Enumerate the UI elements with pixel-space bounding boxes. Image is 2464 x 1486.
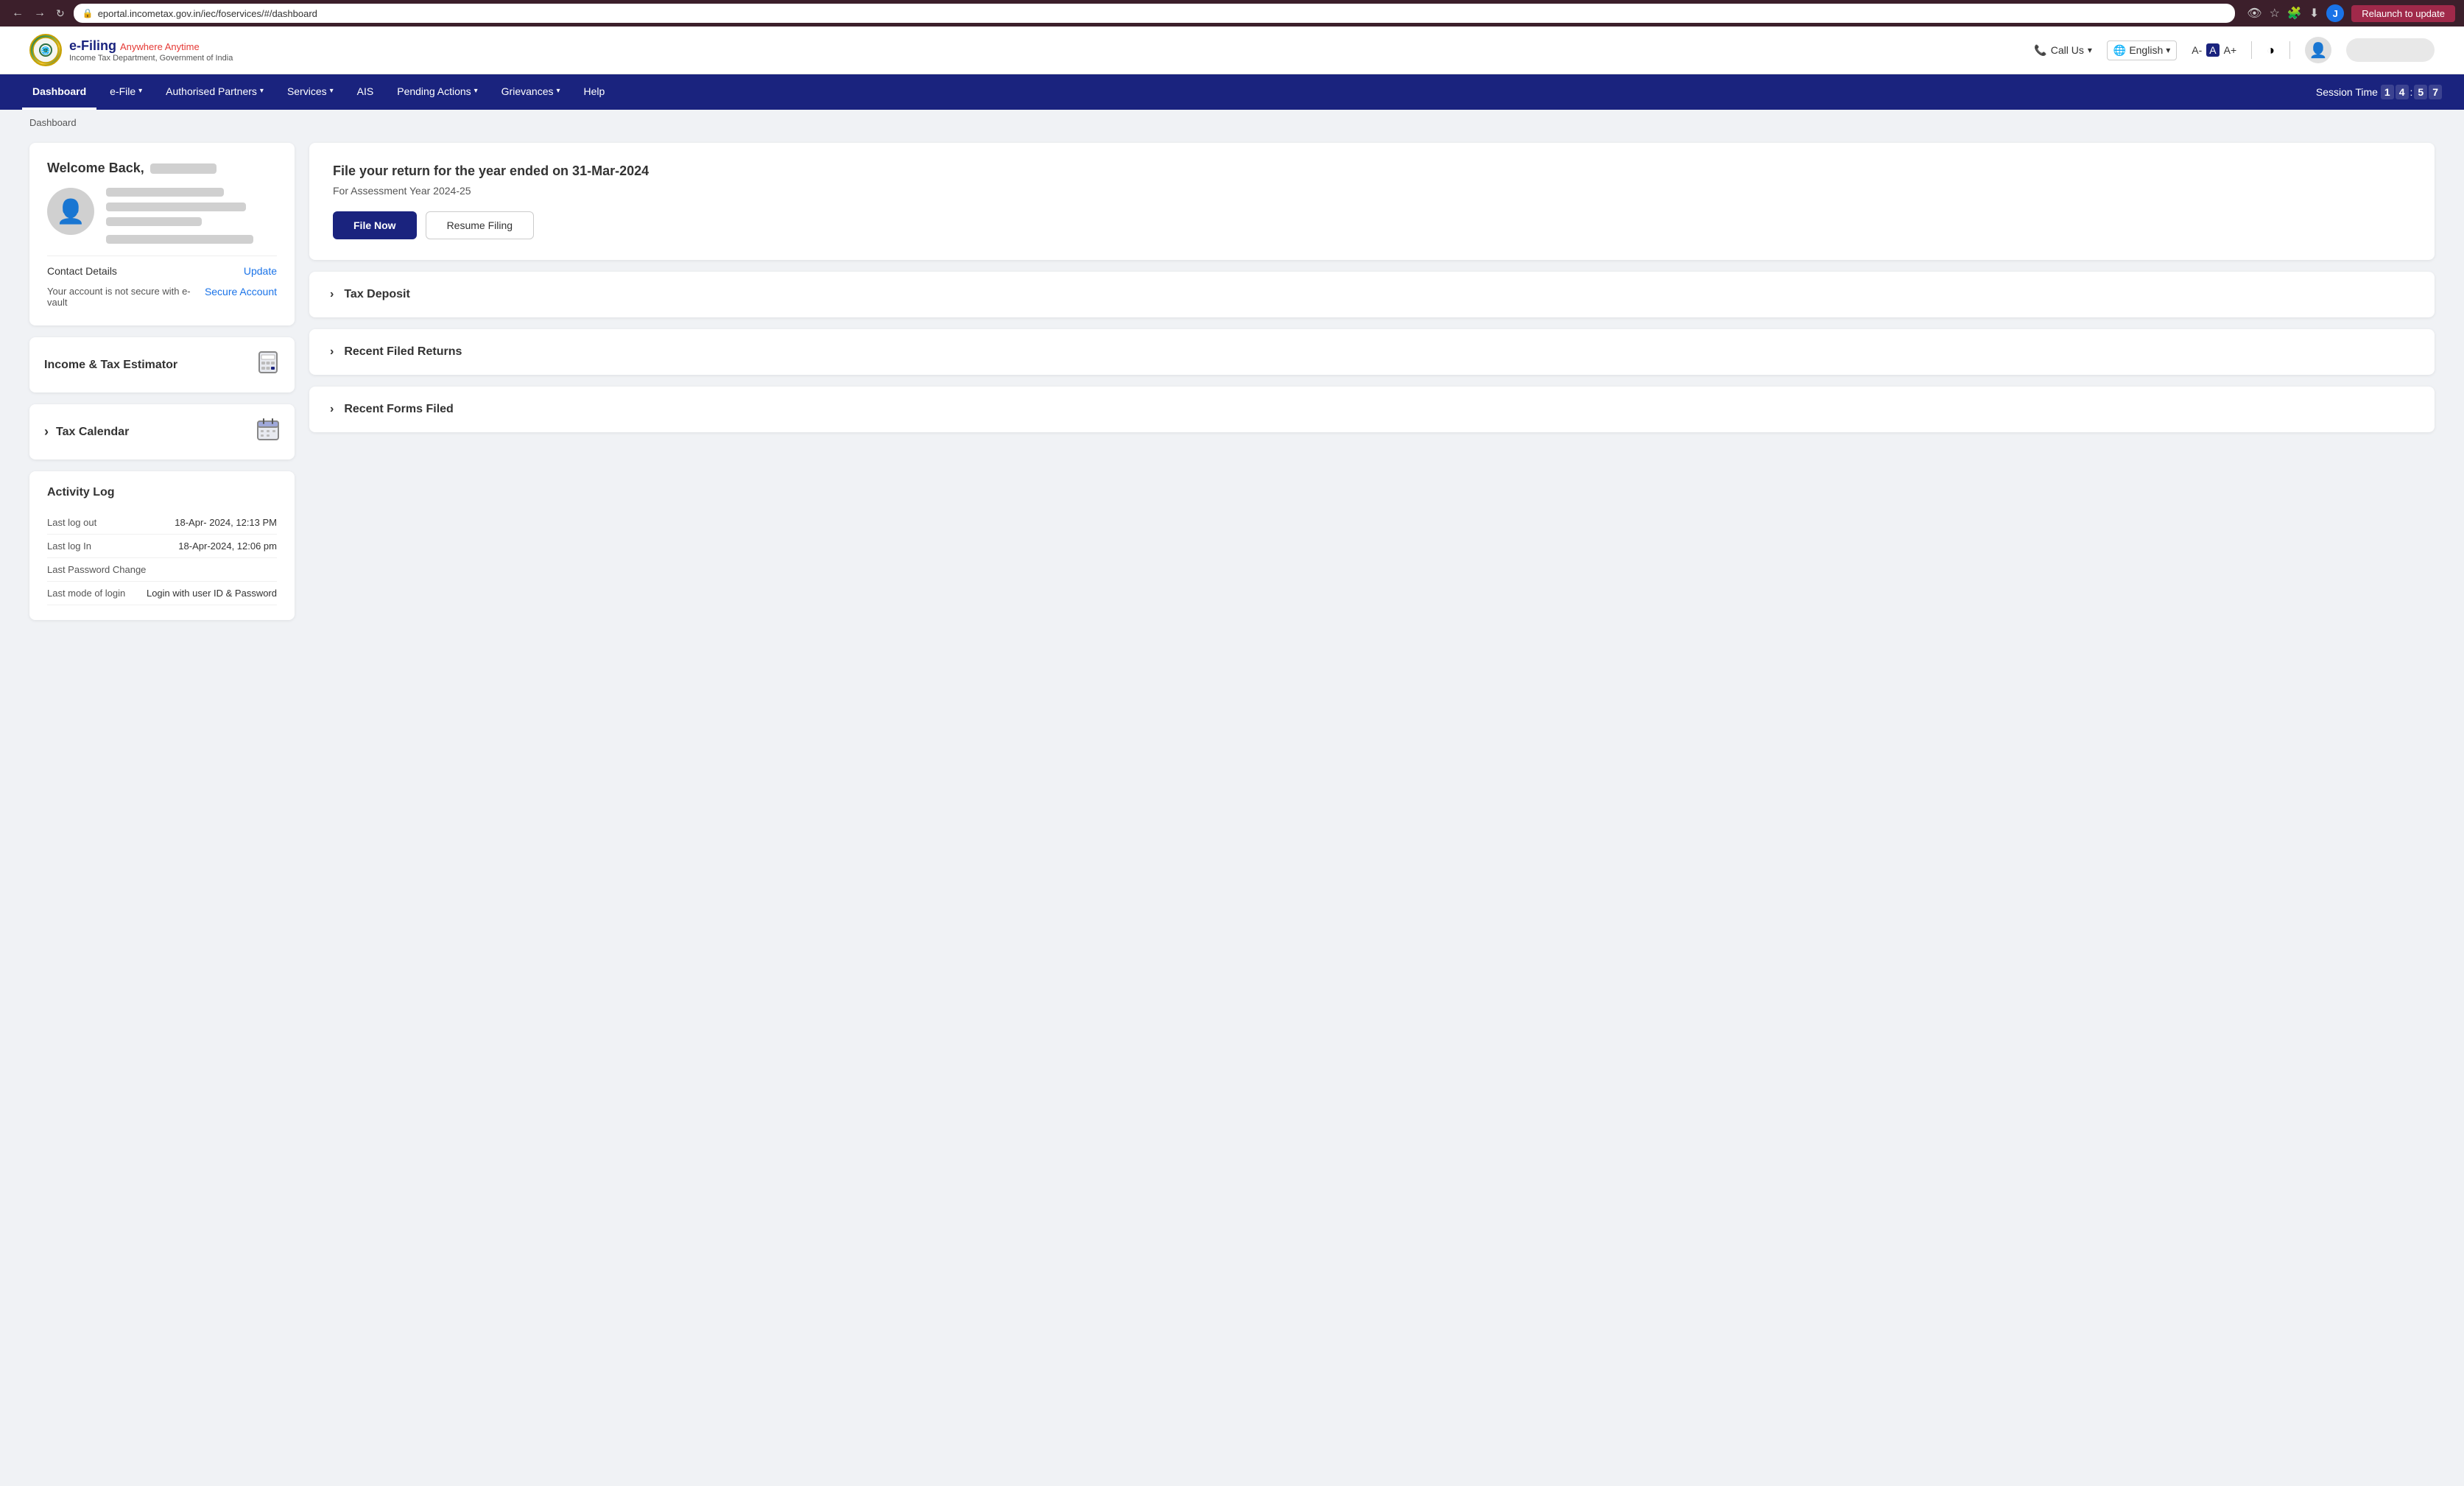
user-detail-bar-3: [106, 217, 202, 226]
nav-pending-actions[interactable]: Pending Actions ▾: [387, 74, 487, 110]
welcome-title: Welcome Back,: [47, 161, 277, 176]
chevron-down-icon: ▾: [138, 87, 142, 95]
welcome-card: Welcome Back, 👤 Contact Details Update Y…: [29, 143, 295, 325]
font-normal-button[interactable]: A: [2206, 43, 2219, 57]
tax-calendar-title: › Tax Calendar: [44, 424, 129, 440]
activity-row-mode: Last mode of login Login with user ID & …: [47, 582, 277, 605]
government-emblem: 🌐: [29, 34, 62, 66]
activity-row-password: Last Password Change: [47, 558, 277, 582]
file-now-button[interactable]: File Now: [333, 211, 417, 239]
breadcrumb: Dashboard: [0, 110, 2464, 135]
forward-button[interactable]: →: [31, 5, 49, 21]
session-time: Session Time 1 4 : 5 7: [2316, 85, 2442, 99]
nav-dashboard[interactable]: Dashboard: [22, 74, 96, 110]
tax-deposit-header: › Tax Deposit: [309, 272, 2435, 317]
site-name: e-Filing Anywhere Anytime: [69, 38, 233, 54]
tax-deposit-card[interactable]: › Tax Deposit: [309, 272, 2435, 317]
relaunch-button[interactable]: Relaunch to update: [2351, 5, 2455, 22]
chevron-down-icon: ▾: [474, 87, 478, 95]
file-return-card: File your return for the year ended on 3…: [309, 143, 2435, 260]
globe-icon: 🌐: [2113, 44, 2126, 57]
left-column: Welcome Back, 👤 Contact Details Update Y…: [29, 143, 295, 620]
recent-forms-filed-card[interactable]: › Recent Forms Filed: [309, 387, 2435, 432]
main-nav: Dashboard e-File ▾ Authorised Partners ▾…: [0, 74, 2464, 110]
chevron-right-icon: ›: [330, 403, 334, 416]
call-us-button[interactable]: 📞 Call Us ▾: [2034, 44, 2092, 57]
user-name-placeholder: [150, 163, 217, 174]
chevron-right-icon: ›: [44, 424, 49, 440]
user-detail-bar-4: [106, 235, 253, 244]
chevron-down-icon: ▾: [2166, 45, 2170, 55]
activity-row-logout: Last log out 18-Apr- 2024, 12:13 PM: [47, 511, 277, 535]
browser-user-avatar[interactable]: J: [2326, 4, 2344, 22]
secure-row: Your account is not secure with e-vault …: [47, 286, 277, 308]
activity-log-card: Activity Log Last log out 18-Apr- 2024, …: [29, 471, 295, 620]
extensions-icon[interactable]: 🧩: [2287, 6, 2302, 21]
user-avatar: 👤: [2305, 37, 2331, 63]
font-larger-button[interactable]: A+: [2224, 44, 2237, 56]
nav-efile[interactable]: e-File ▾: [99, 74, 152, 110]
user-detail-bar-2: [106, 203, 246, 211]
chevron-down-icon: ▾: [556, 87, 560, 95]
income-tax-estimator-card[interactable]: Income & Tax Estimator: [29, 337, 295, 392]
header-right: 📞 Call Us ▾ 🌐 English ▾ A- A A+ ◑ 👤: [2034, 37, 2435, 63]
session-timer: 1 4 : 5 7: [2381, 85, 2442, 99]
contrast-button[interactable]: ◑: [2267, 43, 2275, 58]
back-button[interactable]: ←: [9, 5, 27, 21]
logo-area: 🌐 e-Filing Anywhere Anytime Income Tax D…: [29, 34, 233, 66]
refresh-button[interactable]: ↻: [53, 6, 68, 21]
recent-filed-returns-card[interactable]: › Recent Filed Returns: [309, 329, 2435, 375]
svg-text:🌐: 🌐: [41, 46, 50, 55]
browser-nav-buttons: ← → ↻: [9, 5, 68, 21]
download-icon[interactable]: ⬇: [2309, 6, 2319, 21]
font-controls: A- A A+: [2192, 43, 2236, 57]
resume-filing-button[interactable]: Resume Filing: [426, 211, 534, 239]
file-return-buttons: File Now Resume Filing: [333, 211, 2411, 239]
recent-filed-returns-header: › Recent Filed Returns: [309, 329, 2435, 375]
secure-account-link[interactable]: Secure Account: [205, 286, 277, 297]
eye-icon: 👁: [2247, 6, 2261, 21]
logo-text: e-Filing Anywhere Anytime Income Tax Dep…: [69, 38, 233, 63]
chevron-down-icon: ▾: [330, 87, 334, 95]
address-bar[interactable]: 🔒 eportal.incometax.gov.in/iec/foservice…: [74, 4, 2236, 23]
nav-help[interactable]: Help: [574, 74, 616, 110]
divider: [2289, 41, 2290, 59]
security-icon: 🔒: [82, 8, 94, 18]
language-selector[interactable]: 🌐 English ▾: [2107, 41, 2177, 60]
recent-forms-filed-header: › Recent Forms Filed: [309, 387, 2435, 432]
chevron-right-icon: ›: [330, 345, 334, 359]
nav-grievances[interactable]: Grievances ▾: [491, 74, 571, 110]
nav-services[interactable]: Services ▾: [277, 74, 344, 110]
user-name-button[interactable]: [2346, 38, 2435, 62]
phone-icon: 📞: [2034, 44, 2046, 57]
star-icon[interactable]: ☆: [2270, 6, 2280, 21]
font-smaller-button[interactable]: A-: [2192, 44, 2202, 56]
right-column: File your return for the year ended on 3…: [309, 143, 2435, 432]
user-details: [106, 188, 277, 244]
nav-authorised-partners[interactable]: Authorised Partners ▾: [155, 74, 274, 110]
contact-row: Contact Details Update: [47, 256, 277, 277]
user-info-row: 👤: [47, 188, 277, 244]
update-link[interactable]: Update: [244, 265, 277, 277]
avatar: 👤: [47, 188, 94, 235]
calendar-icon: [256, 418, 280, 446]
activity-row-login: Last log In 18-Apr-2024, 12:06 pm: [47, 535, 277, 558]
user-detail-bar-1: [106, 188, 224, 197]
logo-tagline: Income Tax Department, Government of Ind…: [69, 54, 233, 63]
chevron-down-icon: ▾: [2088, 45, 2092, 55]
chevron-down-icon: ▾: [260, 87, 264, 95]
main-content: Welcome Back, 👤 Contact Details Update Y…: [0, 135, 2464, 649]
tax-calendar-card[interactable]: › Tax Calendar: [29, 404, 295, 459]
nav-ais[interactable]: AIS: [347, 74, 384, 110]
calculator-icon: [256, 351, 280, 379]
divider: [2251, 41, 2252, 59]
url-text: eportal.incometax.gov.in/iec/foservices/…: [98, 8, 317, 19]
chevron-right-icon: ›: [330, 288, 334, 301]
browser-icons: 👁 ☆ 🧩 ⬇ J Relaunch to update: [2247, 4, 2455, 22]
site-header: 🌐 e-Filing Anywhere Anytime Income Tax D…: [0, 27, 2464, 74]
browser-chrome: ← → ↻ 🔒 eportal.incometax.gov.in/iec/fos…: [0, 0, 2464, 27]
